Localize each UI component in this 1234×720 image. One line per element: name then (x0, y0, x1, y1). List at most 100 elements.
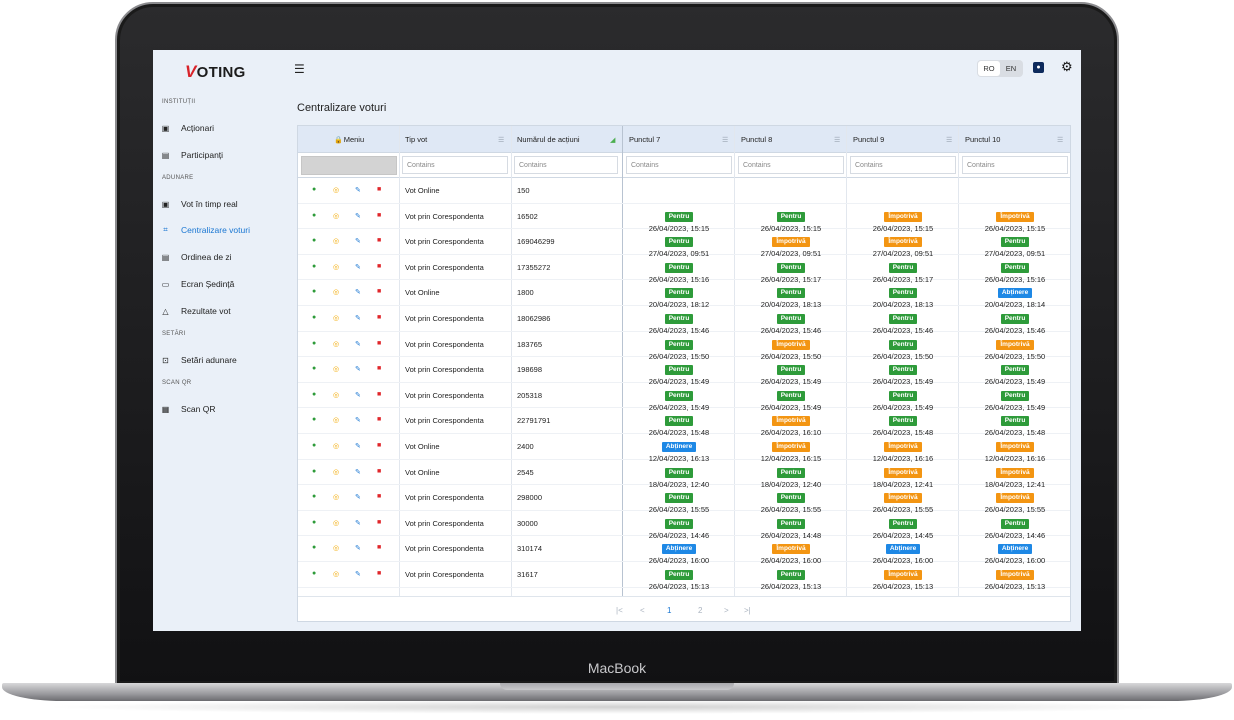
edit-icon[interactable]: ✎ (355, 314, 361, 322)
col-header-punctul-8[interactable]: Punctul 8 (735, 126, 772, 153)
info-icon[interactable]: ● (312, 237, 316, 244)
user-icon[interactable]: ● (1033, 62, 1044, 73)
col-header-punctul-10[interactable]: Punctul 10 (959, 126, 1000, 153)
delete-icon[interactable]: ■ (377, 365, 381, 372)
lang-en-button[interactable]: EN (1000, 61, 1022, 76)
edit-icon[interactable]: ✎ (355, 519, 361, 527)
warning-icon[interactable]: ◎ (333, 314, 339, 322)
filter-input-nr-actiuni[interactable]: Contains (514, 156, 618, 174)
column-menu-icon[interactable]: ☰ (1057, 136, 1063, 144)
last-page-button[interactable]: >| (744, 606, 751, 615)
col-header-nr-actiuni[interactable]: Numărul de acțiuni (511, 126, 580, 153)
warning-icon[interactable]: ◎ (333, 570, 339, 578)
info-icon[interactable]: ● (312, 263, 316, 270)
warning-icon[interactable]: ◎ (333, 442, 339, 450)
table-row[interactable]: ● ◎ ✎ ■ Vot prin Corespondenta 16502 Pentru 26/… (298, 204, 1070, 233)
table-row[interactable]: ● ◎ ✎ ■ Vot Online 2400 Abținere 12/04/2023, 16… (298, 434, 1070, 463)
warning-icon[interactable]: ◎ (333, 365, 339, 373)
column-menu-icon[interactable]: ☰ (946, 136, 952, 144)
delete-icon[interactable]: ■ (377, 263, 381, 270)
first-page-button[interactable]: |< (616, 606, 623, 615)
col-header-punctul-9[interactable]: Punctul 9 (847, 126, 884, 153)
delete-icon[interactable]: ■ (377, 314, 381, 321)
sidebar-item-vot-timp-real[interactable]: ▣ Vot în timp real (161, 197, 238, 211)
delete-icon[interactable]: ■ (377, 391, 381, 398)
table-row[interactable]: ● ◎ ✎ ■ Vot prin Corespondenta 30000 Pentru 26/… (298, 511, 1070, 540)
warning-icon[interactable]: ◎ (333, 544, 339, 552)
warning-icon[interactable]: ◎ (333, 212, 339, 220)
prev-page-button[interactable]: < (640, 606, 645, 615)
filter-input-tip-vot[interactable]: Contains (402, 156, 508, 174)
sidebar-item-setari-adunare[interactable]: ⊡ Setări adunare (161, 353, 237, 367)
table-row[interactable]: ● ◎ ✎ ■ Vot prin Corespondenta 169046299 Pentr… (298, 229, 1070, 258)
page-button-2[interactable]: 2 (698, 606, 702, 615)
edit-icon[interactable]: ✎ (355, 544, 361, 552)
info-icon[interactable]: ● (312, 416, 316, 423)
info-icon[interactable]: ● (312, 544, 316, 551)
edit-icon[interactable]: ✎ (355, 288, 361, 296)
column-menu-icon[interactable]: ☰ (722, 136, 728, 144)
info-icon[interactable]: ● (312, 391, 316, 398)
delete-icon[interactable]: ■ (377, 237, 381, 244)
warning-icon[interactable]: ◎ (333, 519, 339, 527)
column-stats-icon[interactable]: ◢ (610, 136, 615, 144)
lang-ro-button[interactable]: RO (978, 61, 1000, 76)
table-row[interactable]: ● ◎ ✎ ■ Vot prin Corespondenta 183765 Pentru 26… (298, 332, 1070, 361)
warning-icon[interactable]: ◎ (333, 416, 339, 424)
filter-input-punctul-8[interactable]: Contains (738, 156, 844, 174)
delete-icon[interactable]: ■ (377, 288, 381, 295)
page-button-1[interactable]: 1 (667, 606, 671, 615)
filter-input-punctul-10[interactable]: Contains (962, 156, 1068, 174)
info-icon[interactable]: ● (312, 212, 316, 219)
table-row[interactable]: ● ◎ ✎ ■ Vot prin Corespondenta 18062986 Pentru… (298, 306, 1070, 335)
filter-input-punctul-7[interactable]: Contains (626, 156, 732, 174)
sidebar-item-participanti[interactable]: ▤ Participanți (161, 148, 223, 162)
col-header-tip-vot[interactable]: Tip vot (399, 126, 427, 153)
sidebar-item-ordinea-de-zi[interactable]: ▤ Ordinea de zi (161, 250, 232, 264)
info-icon[interactable]: ● (312, 519, 316, 526)
delete-icon[interactable]: ■ (377, 442, 381, 449)
delete-icon[interactable]: ■ (377, 186, 381, 193)
edit-icon[interactable]: ✎ (355, 416, 361, 424)
edit-icon[interactable]: ✎ (355, 212, 361, 220)
table-row[interactable]: ● ◎ ✎ ■ Vot prin Corespondenta 310174 Abținere… (298, 536, 1070, 565)
info-icon[interactable]: ● (312, 186, 316, 193)
edit-icon[interactable]: ✎ (355, 570, 361, 578)
delete-icon[interactable]: ■ (377, 340, 381, 347)
table-row[interactable]: ●◎✎■PentruPentruPentruPentru (298, 588, 1070, 596)
column-menu-icon[interactable]: ☰ (498, 136, 504, 144)
edit-icon[interactable]: ✎ (355, 263, 361, 271)
sidebar-item-rezultate-vot[interactable]: △ Rezultate vot (161, 304, 230, 318)
edit-icon[interactable]: ✎ (355, 237, 361, 245)
delete-icon[interactable]: ■ (377, 570, 381, 577)
info-icon[interactable]: ● (312, 442, 316, 449)
edit-icon[interactable]: ✎ (355, 365, 361, 373)
warning-icon[interactable]: ◎ (333, 288, 339, 296)
delete-icon[interactable]: ■ (377, 519, 381, 526)
warning-icon[interactable]: ◎ (333, 493, 339, 501)
next-page-button[interactable]: > (724, 606, 729, 615)
info-icon[interactable]: ● (312, 570, 316, 577)
table-row[interactable]: ● ◎ ✎ ■ Vot prin Corespondenta 22791791 Pentru… (298, 408, 1070, 437)
info-icon[interactable]: ● (312, 288, 316, 295)
filter-input-punctul-9[interactable]: Contains (850, 156, 956, 174)
warning-icon[interactable]: ◎ (333, 263, 339, 271)
table-row[interactable]: ● ◎ ✎ ■ Vot prin Corespondenta 198698 Pentru 26… (298, 357, 1070, 386)
edit-icon[interactable]: ✎ (355, 442, 361, 450)
table-row[interactable]: ● ◎ ✎ ■ Vot prin Corespondenta 205318 Pentru 26… (298, 383, 1070, 412)
sidebar-item-ecran-sedinta[interactable]: ▭ Ecran Ședință (161, 277, 235, 291)
table-row[interactable]: ● ◎ ✎ ■ Vot Online 1800 Pentru 20/04/2023, 18:1… (298, 280, 1070, 309)
warning-icon[interactable]: ◎ (333, 186, 339, 194)
delete-icon[interactable]: ■ (377, 544, 381, 551)
col-header-menu[interactable]: 🔒 Meniu (328, 126, 364, 153)
edit-icon[interactable]: ✎ (355, 391, 361, 399)
edit-icon[interactable]: ✎ (355, 493, 361, 501)
sidebar-item-scan-qr[interactable]: ▦ Scan QR (161, 402, 216, 416)
info-icon[interactable]: ● (312, 468, 316, 475)
table-row[interactable]: ● ◎ ✎ ■ Vot Online 2545 Pentru 18/04/2023, 12:4… (298, 460, 1070, 489)
hamburger-icon[interactable]: ☰ (294, 62, 305, 76)
table-row[interactable]: ● ◎ ✎ ■ Vot Online 150 (298, 178, 1070, 204)
sidebar-item-actionari[interactable]: ▣ Acționari (161, 121, 214, 135)
info-icon[interactable]: ● (312, 340, 316, 347)
sidebar-item-centralizare-voturi[interactable]: ⌗ Centralizare voturi (161, 223, 250, 237)
